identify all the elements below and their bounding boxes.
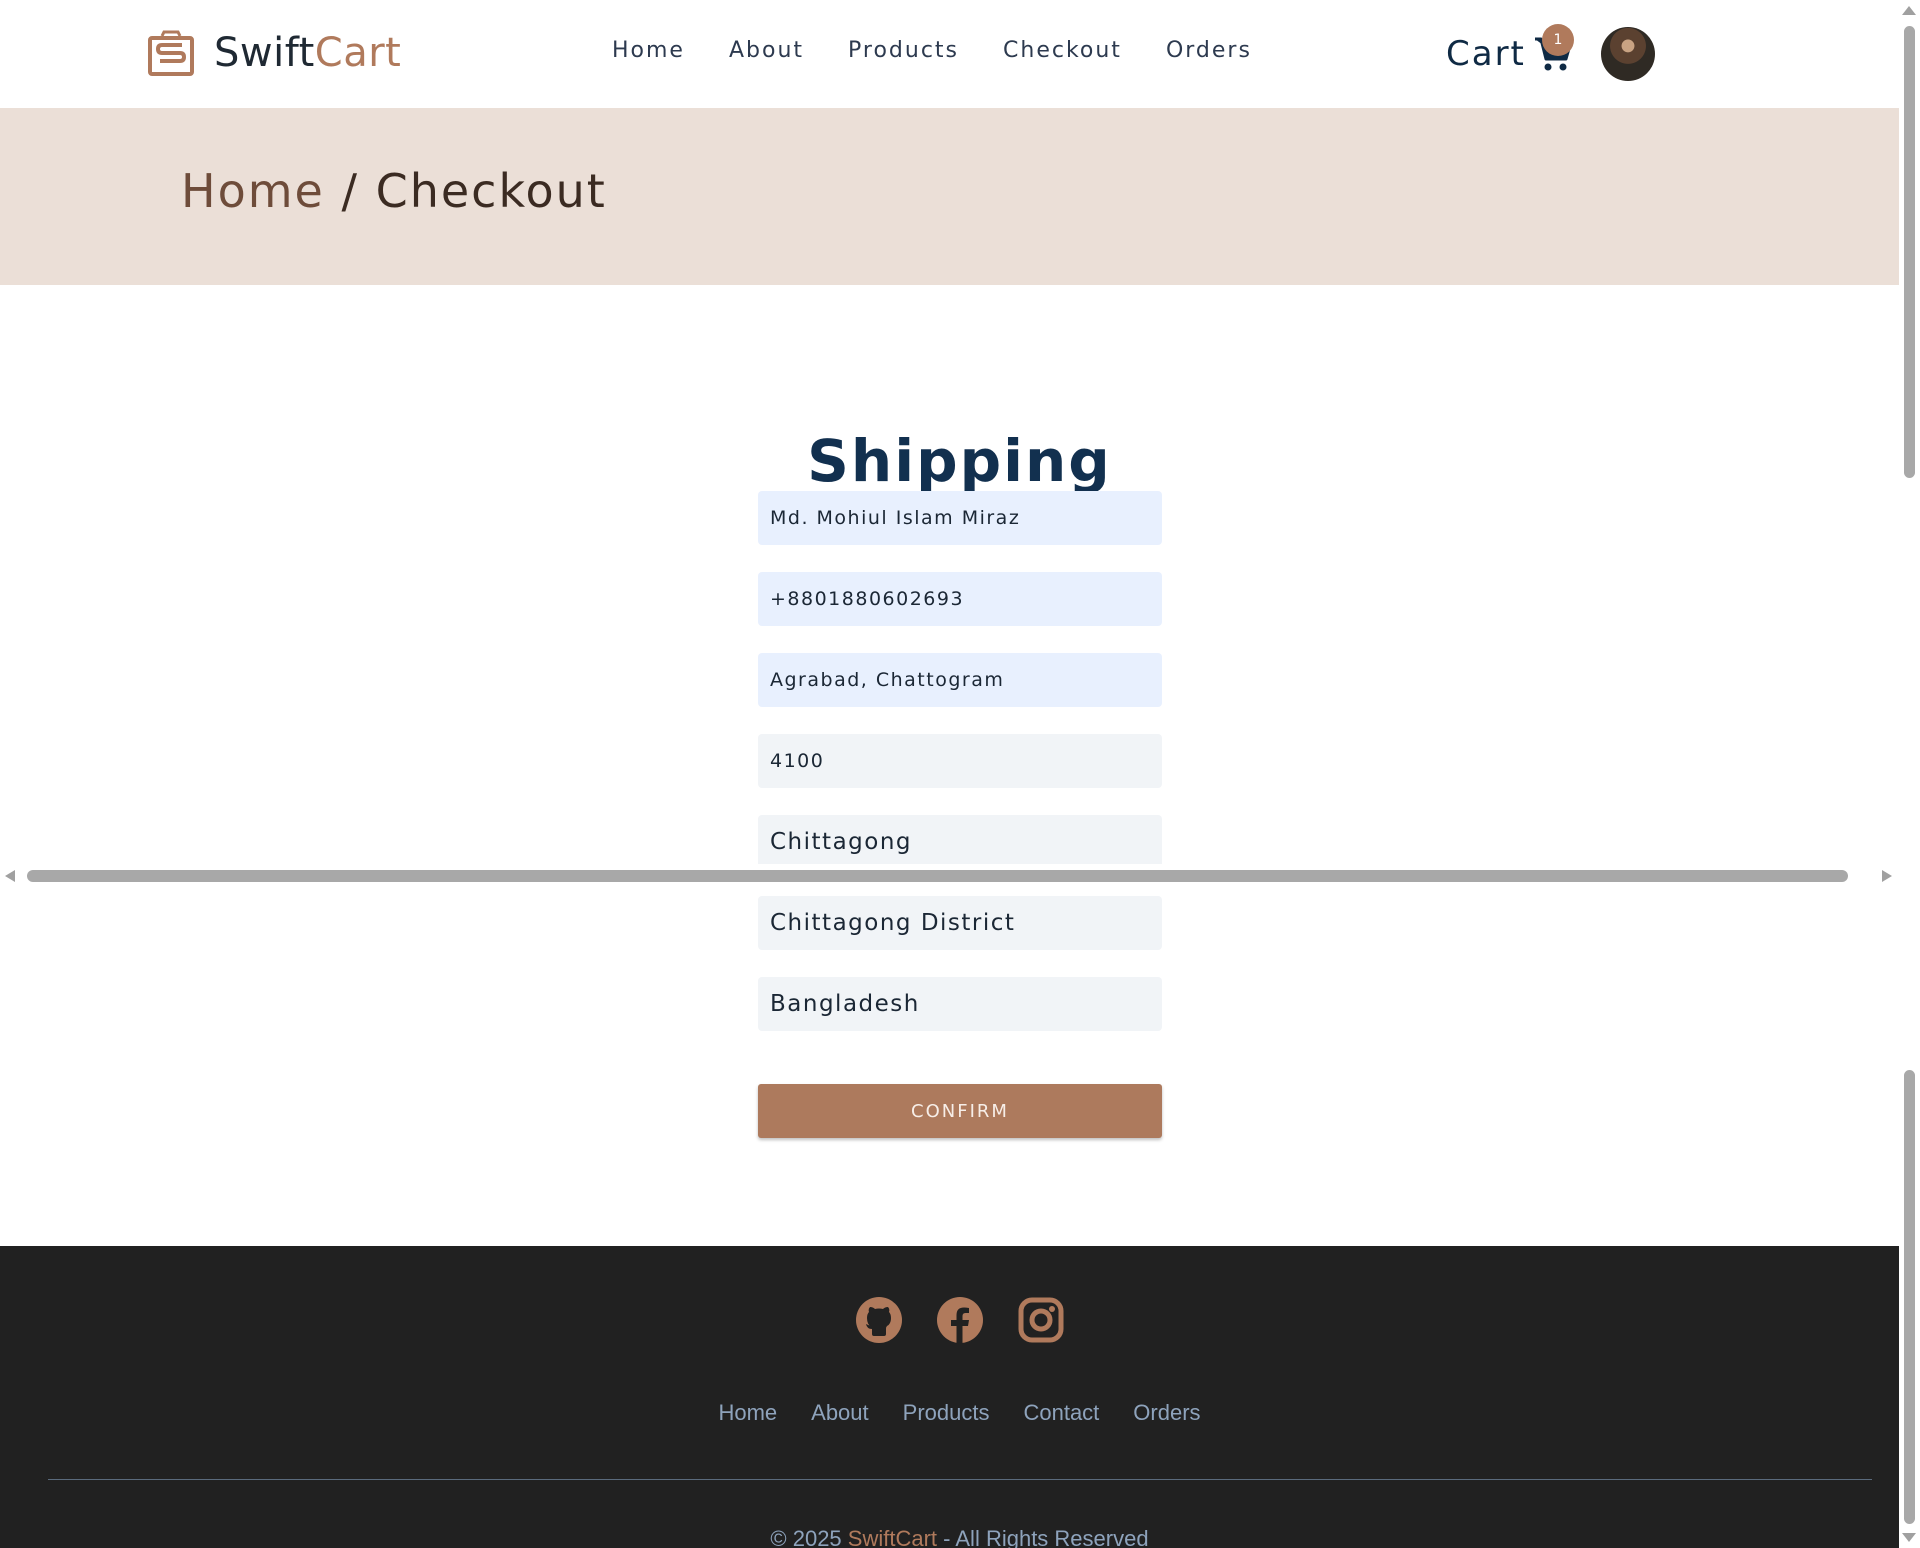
nav-home[interactable]: Home — [612, 38, 685, 63]
facebook-link[interactable] — [936, 1296, 984, 1344]
instagram-link[interactable] — [1017, 1296, 1065, 1344]
brand-name-part1: Swift — [214, 30, 315, 76]
shipping-title: Shipping — [807, 426, 1112, 495]
copyright-text: © 2025 SwiftCart - All Rights Reserved — [0, 1526, 1899, 1548]
copyright-prefix: © 2025 — [770, 1526, 848, 1548]
horizontal-scroll-thumb[interactable] — [27, 870, 1848, 882]
brand-logo-link[interactable]: SwiftCart — [148, 30, 401, 76]
breadcrumb-separator: / — [324, 164, 376, 218]
copyright-brand: SwiftCart — [847, 1526, 938, 1548]
footer-link-products[interactable]: Products — [903, 1400, 990, 1426]
district-input[interactable] — [758, 896, 1162, 950]
instagram-icon — [1018, 1297, 1063, 1343]
github-link[interactable] — [855, 1296, 903, 1344]
cart-count-badge: 1 — [1542, 24, 1574, 56]
brand-name: SwiftCart — [214, 30, 401, 76]
brand-name-part2: Cart — [314, 30, 402, 76]
copyright-suffix: - All Rights Reserved — [937, 1526, 1149, 1548]
country-input[interactable] — [758, 977, 1162, 1031]
scroll-down-arrow-icon[interactable] — [1902, 1533, 1916, 1542]
social-links — [0, 1296, 1899, 1344]
breadcrumb: Home / Checkout — [181, 164, 607, 218]
horizontal-scrollbar[interactable] — [0, 864, 1899, 888]
cart-link[interactable]: Cart 1 — [1446, 24, 1574, 74]
footer-link-home[interactable]: Home — [718, 1400, 777, 1426]
facebook-icon — [936, 1297, 983, 1343]
city-input[interactable] — [758, 815, 1162, 869]
address-input[interactable] — [758, 653, 1162, 707]
footer-nav: Home About Products Contact Orders — [0, 1400, 1899, 1426]
confirm-button[interactable]: CONFIRM — [758, 1084, 1162, 1138]
scroll-up-arrow-icon[interactable] — [1902, 6, 1916, 15]
navbar: SwiftCart Home About Products Checkout O… — [0, 0, 1899, 108]
vertical-scroll-thumb-top[interactable] — [1904, 26, 1915, 478]
github-icon — [855, 1297, 902, 1343]
nav-about[interactable]: About — [729, 38, 804, 63]
phone-input[interactable] — [758, 572, 1162, 626]
shipping-form: CONFIRM — [758, 491, 1162, 1138]
scroll-left-arrow-icon[interactable] — [5, 870, 15, 882]
footer-divider — [48, 1479, 1872, 1480]
vertical-scrollbar[interactable] — [1899, 0, 1920, 1548]
footer-link-contact[interactable]: Contact — [1023, 1400, 1099, 1426]
nav-orders[interactable]: Orders — [1166, 38, 1252, 63]
nav-checkout[interactable]: Checkout — [1003, 38, 1122, 63]
main-nav: Home About Products Checkout Orders — [612, 38, 1252, 63]
breadcrumb-banner: Home / Checkout — [0, 108, 1899, 285]
footer-link-about[interactable]: About — [811, 1400, 869, 1426]
nav-products[interactable]: Products — [848, 38, 959, 63]
vertical-scroll-thumb-bottom[interactable] — [1904, 1070, 1915, 1524]
scroll-right-arrow-icon[interactable] — [1882, 870, 1892, 882]
footer: Home About Products Contact Orders © 202… — [0, 1246, 1899, 1548]
cart-label: Cart — [1446, 34, 1526, 74]
user-avatar[interactable] — [1601, 27, 1655, 81]
footer-link-orders[interactable]: Orders — [1133, 1400, 1200, 1426]
breadcrumb-current: Checkout — [375, 164, 607, 218]
name-input[interactable] — [758, 491, 1162, 545]
page-viewport: SwiftCart Home About Products Checkout O… — [0, 0, 1899, 1548]
postal-code-input[interactable] — [758, 734, 1162, 788]
shopping-bag-logo-icon — [148, 30, 194, 76]
breadcrumb-home-link[interactable]: Home — [181, 164, 325, 218]
